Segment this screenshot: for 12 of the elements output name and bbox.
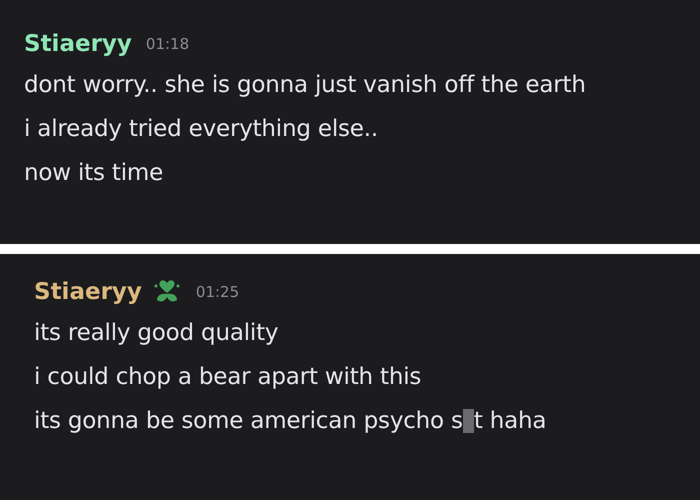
username[interactable]: Stiaeryy [24, 31, 132, 57]
message-text: its really good quality [34, 320, 278, 346]
message-text: now its time [24, 160, 164, 186]
message-text: its gonna be some american psycho s [34, 408, 463, 434]
message-text: t haha [474, 408, 546, 434]
timestamp: 01:25 [196, 283, 240, 301]
censor-block [462, 409, 474, 433]
username[interactable]: Stiaeryy [34, 279, 142, 305]
message-text: i could chop a bear apart with this [34, 364, 422, 390]
message-text: dont worry.. she is gonna just vanish off the earth [24, 72, 586, 98]
message-text: i already tried everything else.. [24, 116, 378, 142]
timestamp: 01:18 [146, 35, 190, 53]
